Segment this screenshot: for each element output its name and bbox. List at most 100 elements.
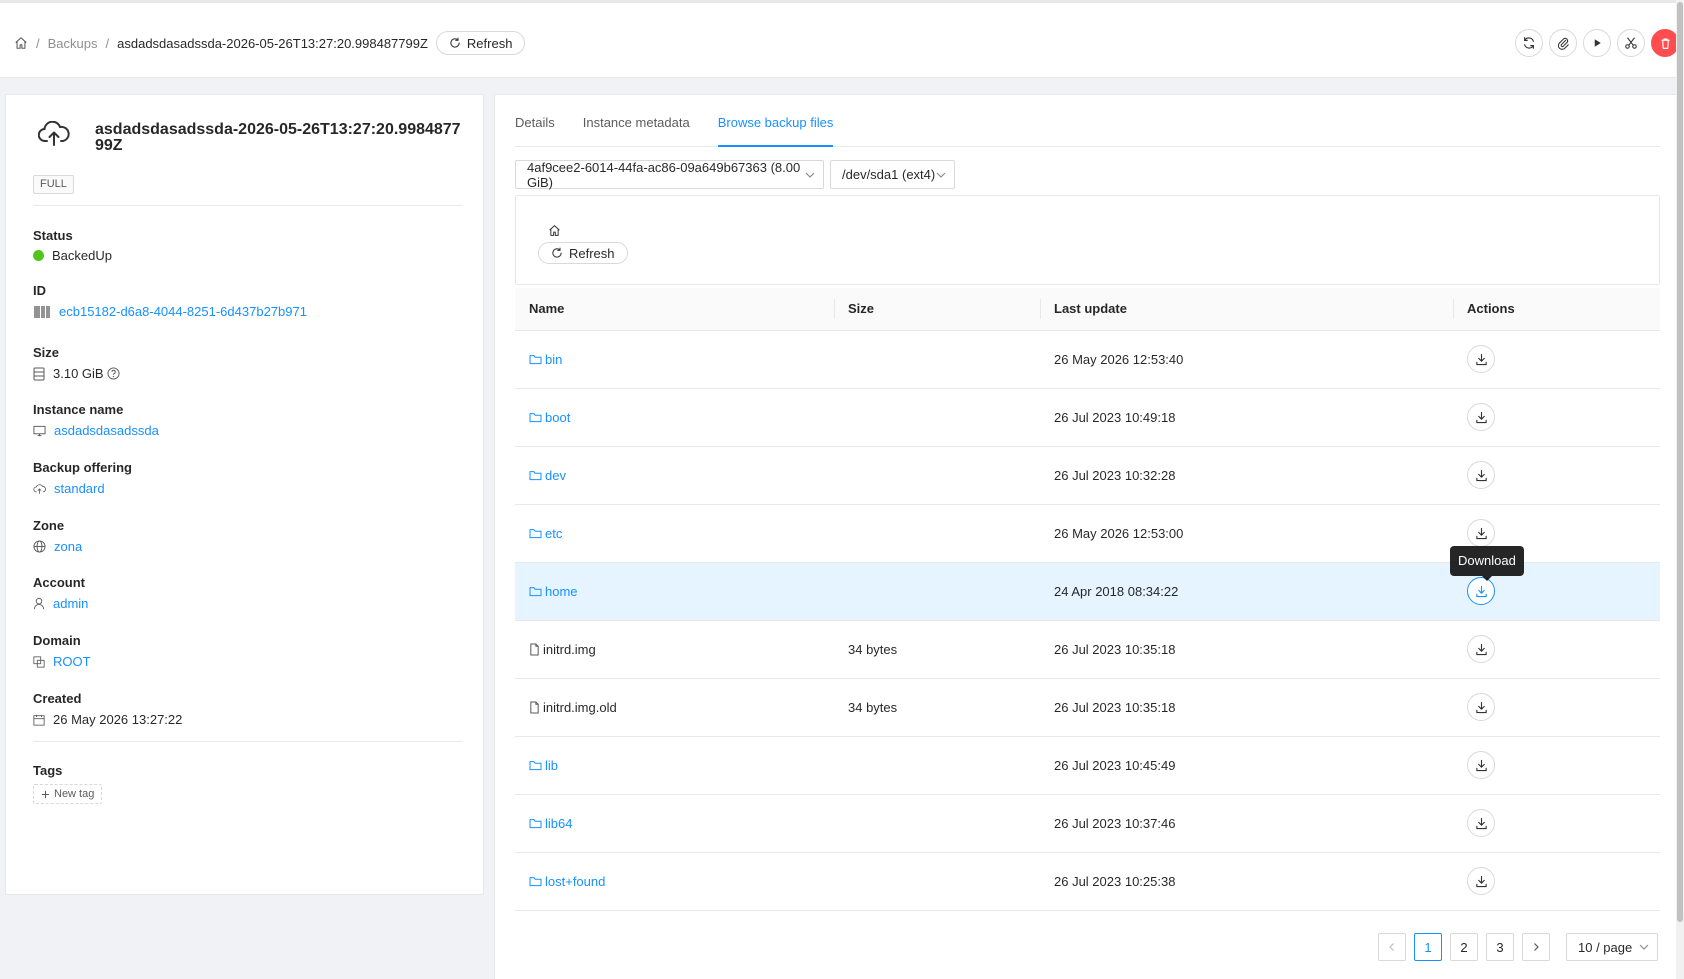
last-update-cell: 26 Jul 2023 10:32:28: [1040, 446, 1453, 505]
size-value: 3.10 GiB: [53, 366, 104, 381]
header-actions: [1515, 29, 1679, 57]
download-button[interactable]: [1467, 867, 1495, 895]
folder-icon: [529, 470, 542, 481]
download-button[interactable]: [1467, 403, 1495, 431]
home-icon[interactable]: [14, 36, 28, 50]
status-label: Status: [33, 228, 73, 243]
download-button[interactable]: [1467, 519, 1495, 547]
column-header-name[interactable]: Name: [515, 288, 834, 331]
actions-cell: [1453, 794, 1660, 853]
header-refresh-button[interactable]: Refresh: [435, 31, 526, 55]
attach-button[interactable]: [1549, 29, 1577, 57]
last-update-cell: 24 Apr 2018 08:34:22: [1040, 562, 1453, 621]
folder-link[interactable]: bin: [545, 352, 562, 367]
folder-link[interactable]: lib: [545, 758, 558, 773]
zone-label: Zone: [33, 518, 65, 533]
desktop-icon: [33, 425, 46, 437]
page-size-select[interactable]: 10 / page: [1566, 933, 1658, 961]
table-row: bin 26 May 2026 12:53:40: [515, 330, 1660, 389]
download-button[interactable]: [1467, 809, 1495, 837]
scrollbar-thumb[interactable]: [1677, 2, 1683, 922]
folder-icon: [529, 528, 542, 539]
chevron-left-icon: [1387, 942, 1397, 952]
account-field: Account admin: [33, 575, 88, 611]
page-3-button[interactable]: 3: [1486, 933, 1514, 961]
page-scrollbar[interactable]: [1676, 0, 1684, 979]
folder-icon: [529, 586, 542, 597]
folder-link[interactable]: dev: [545, 468, 566, 483]
created-value: 26 May 2026 13:27:22: [53, 712, 183, 727]
breadcrumb-backups-link[interactable]: Backups: [48, 36, 98, 51]
download-button[interactable]: [1467, 577, 1495, 605]
status-field: Status BackedUp: [33, 228, 112, 263]
download-button[interactable]: [1467, 635, 1495, 663]
folder-link[interactable]: etc: [545, 526, 562, 541]
name-cell: dev: [515, 446, 834, 505]
account-link[interactable]: admin: [53, 596, 88, 611]
divider: [33, 205, 462, 206]
tab-instance-metadata[interactable]: Instance metadata: [583, 95, 690, 147]
question-circle-icon[interactable]: [107, 367, 120, 380]
download-icon: [1475, 527, 1488, 540]
header-refresh-label: Refresh: [466, 35, 513, 51]
tab-browse-backup-files[interactable]: Browse backup files: [717, 95, 834, 147]
file-icon: [529, 642, 540, 656]
instance-label: Instance name: [33, 402, 124, 417]
file-name: initrd.img: [543, 641, 596, 657]
download-button[interactable]: [1467, 461, 1495, 489]
size-cell: [834, 562, 1040, 621]
backup-details-card: asdadsdasadssda-2026-05-26T13:27:20.9984…: [5, 94, 484, 895]
download-button[interactable]: [1467, 751, 1495, 779]
sync-button[interactable]: [1515, 29, 1543, 57]
folder-link[interactable]: home: [545, 584, 578, 599]
new-tag-button[interactable]: New tag: [33, 784, 103, 804]
folder-link[interactable]: lost+found: [545, 874, 605, 889]
download-tooltip: Download: [1450, 546, 1524, 581]
id-link[interactable]: ecb15182-d6a8-4044-8251-6d437b27b971: [59, 304, 307, 319]
reload-icon: [449, 37, 461, 49]
download-icon: [1475, 353, 1488, 366]
file-icon: [529, 700, 540, 714]
last-update-cell: 26 May 2026 12:53:00: [1040, 504, 1453, 563]
page-2-button[interactable]: 2: [1450, 933, 1478, 961]
delete-icon: [1659, 37, 1672, 50]
download-icon: [1475, 469, 1488, 482]
tags-label: Tags: [33, 763, 63, 778]
instance-link[interactable]: asdadsdasadssda: [54, 423, 159, 438]
offering-link[interactable]: standard: [54, 481, 105, 496]
prev-page-button[interactable]: [1378, 933, 1406, 961]
path-refresh-button[interactable]: Refresh: [538, 242, 628, 264]
page-1-button[interactable]: 1: [1414, 933, 1442, 961]
home-icon[interactable]: [548, 224, 561, 237]
folder-link[interactable]: lib64: [545, 816, 572, 831]
download-button[interactable]: [1467, 693, 1495, 721]
plus-icon: [41, 790, 50, 799]
name-cell: bin: [515, 330, 834, 389]
folder-icon: [529, 760, 542, 771]
tab-details[interactable]: Details: [515, 95, 555, 147]
chevron-down-icon: [805, 170, 815, 180]
tab-bar: Details Instance metadata Browse backup …: [515, 95, 1660, 147]
next-page-button[interactable]: [1522, 933, 1550, 961]
partition-select[interactable]: /dev/sda1 (ext4): [830, 160, 955, 189]
size-cell: 34 bytes: [834, 678, 1040, 737]
domain-link[interactable]: ROOT: [53, 654, 91, 669]
delete-button[interactable]: [1651, 29, 1679, 57]
page-size-value: 10 / page: [1578, 939, 1633, 955]
play-icon: [1591, 37, 1603, 49]
last-update-cell: 26 Jul 2023 10:37:46: [1040, 794, 1453, 853]
download-button[interactable]: [1467, 345, 1495, 373]
table-row: dev 26 Jul 2023 10:32:28: [515, 446, 1660, 505]
folder-icon: [529, 818, 542, 829]
column-header-last-update[interactable]: Last update: [1040, 288, 1453, 331]
path-refresh-label: Refresh: [569, 245, 615, 261]
folder-link[interactable]: boot: [545, 410, 570, 425]
cut-button[interactable]: [1617, 29, 1645, 57]
new-tag-label: New tag: [54, 788, 95, 800]
breadcrumb-current: asdadsdasadssda-2026-05-26T13:27:20.9984…: [117, 35, 428, 51]
paperclip-icon: [1556, 36, 1570, 50]
column-header-size[interactable]: Size: [834, 288, 1040, 331]
zone-link[interactable]: zona: [54, 539, 82, 554]
start-button[interactable]: [1583, 29, 1611, 57]
volume-select[interactable]: 4af9cee2-6014-44fa-ac86-09a649b67363 (8.…: [515, 160, 824, 190]
